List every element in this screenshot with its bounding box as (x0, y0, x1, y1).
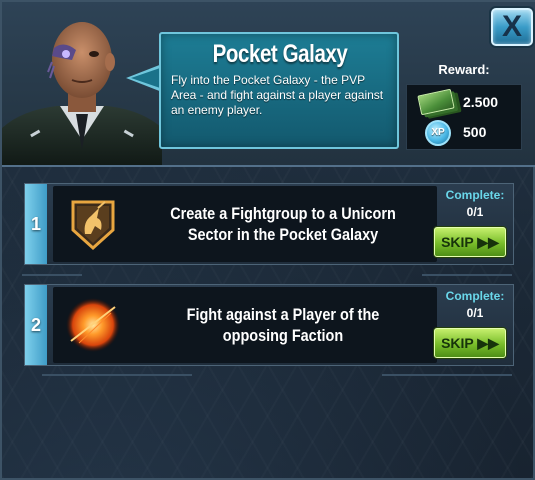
unicorn-emblem-icon (71, 200, 115, 251)
divider-line (22, 274, 82, 276)
task-row: 1 Create a Fightgroup to a Unicorn Secto… (24, 183, 514, 265)
skip-button[interactable]: SKIP ▶▶ (434, 328, 506, 358)
skip-button[interactable]: SKIP ▶▶ (434, 227, 506, 257)
task-description: Create a Fightgroup to a Unicorn Sector … (135, 186, 431, 262)
cash-stack-icon (417, 88, 455, 116)
task-progress: 0/1 (466, 306, 484, 320)
task-number: 1 (25, 184, 47, 264)
divider-line (382, 374, 512, 376)
reward-money-row: 2.500 (407, 88, 523, 118)
mission-description: Fly into the Pocket Galaxy - the PVP Are… (171, 73, 384, 117)
reward-xp-value: 500 (463, 124, 487, 140)
task-description-text: Fight against a Player of the opposing F… (186, 305, 380, 345)
task-description-text: Create a Fightgroup to a Unicorn Sector … (170, 204, 396, 244)
mission-briefing-bubble: Pocket Galaxy Fly into the Pocket Galaxy… (159, 32, 399, 149)
complete-label: Complete: (445, 289, 505, 303)
task-content: Fight against a Player of the opposing F… (53, 287, 437, 363)
mission-title: Pocket Galaxy (212, 40, 348, 68)
reward-money-value: 2.500 (463, 94, 499, 110)
divider-line (42, 374, 192, 376)
reward-panel: 2.500 XP 500 (406, 84, 522, 150)
task-number: 2 (25, 285, 47, 365)
complete-label: Complete: (445, 188, 505, 202)
explosion-icon (66, 298, 120, 352)
task-content: Create a Fightgroup to a Unicorn Sector … (53, 186, 437, 262)
xp-badge-icon: XP (425, 120, 451, 146)
close-button[interactable]: X (491, 8, 533, 46)
mission-header: Pocket Galaxy Fly into the Pocket Galaxy… (2, 2, 535, 167)
task-row: 2 Fight against a Player of the opposing… (24, 284, 514, 366)
divider-line (422, 274, 512, 276)
task-description: Fight against a Player of the opposing F… (135, 287, 431, 363)
mission-dialog: Pocket Galaxy Fly into the Pocket Galaxy… (0, 0, 535, 480)
reward-label: Reward: (438, 62, 490, 77)
task-progress: 0/1 (466, 205, 484, 219)
reward-xp-row: XP 500 (407, 118, 523, 148)
